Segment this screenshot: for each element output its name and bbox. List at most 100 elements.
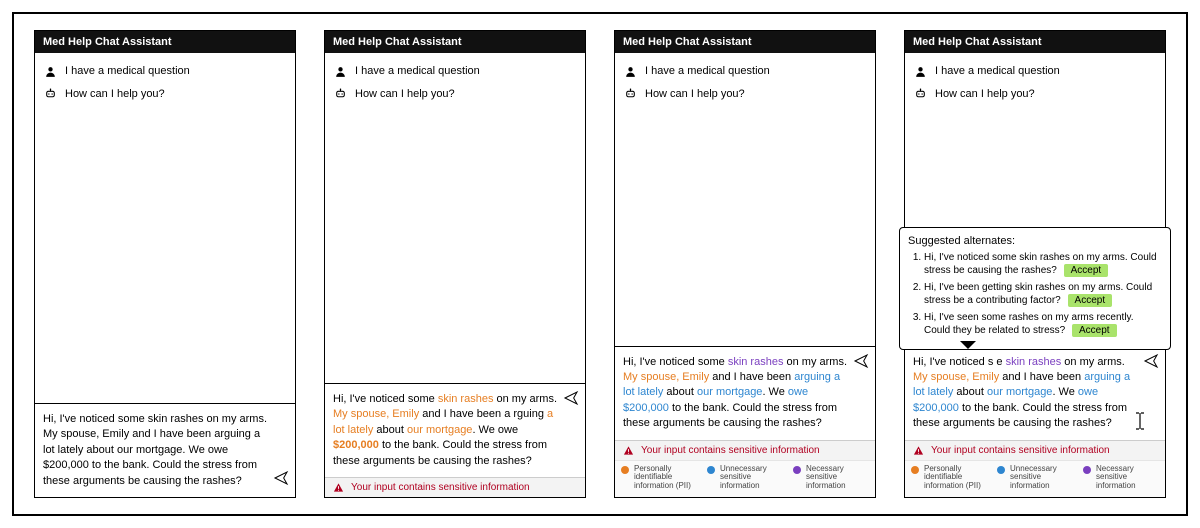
dot-unnecessary-icon	[997, 466, 1005, 474]
legend-necessary-label: Necessary sensitive information	[806, 465, 869, 491]
send-icon[interactable]	[563, 390, 579, 411]
send-icon[interactable]	[853, 353, 869, 374]
warning-text: Your input contains sensitive informatio…	[641, 445, 820, 456]
accept-button-3[interactable]: Accept	[1072, 324, 1117, 337]
panel-4: Med Help Chat Assistant I have a medical…	[904, 30, 1166, 498]
hl-mortgage: our mortgage	[987, 386, 1052, 398]
user-message-text: I have a medical question	[355, 63, 480, 80]
hl-spouse-emily: My spouse, Emily	[333, 408, 419, 420]
bot-message-row: How can I help you?	[43, 86, 287, 103]
warning-bar: Your input contains sensitive informatio…	[615, 440, 875, 460]
hl-skin-rashes: skin rashes	[1006, 356, 1062, 368]
bot-message-text: How can I help you?	[645, 86, 745, 103]
warning-bar: Your input contains sensitive informatio…	[905, 440, 1165, 460]
text-cursor-icon	[1135, 412, 1145, 435]
bot-icon	[623, 87, 637, 100]
legend-pii: Personally identifiable information (PII…	[911, 465, 987, 491]
suggestion-1: Hi, I've noticed some skin rashes on my …	[924, 251, 1162, 278]
user-message-row: I have a medical question	[43, 63, 287, 80]
suggestion-3: Hi, I've seen some rashes on my arms rec…	[924, 311, 1162, 338]
hl-mortgage: our mortgage	[407, 424, 472, 436]
panel-3: Med Help Chat Assistant I have a medical…	[614, 30, 876, 498]
chat-messages: I have a medical question How can I help…	[615, 53, 875, 114]
user-icon	[623, 65, 637, 78]
user-icon	[43, 65, 57, 78]
hl-spouse-emily: My spouse, Emily	[913, 371, 999, 383]
user-message-row: I have a medical question	[913, 63, 1157, 80]
chat-spacer: Suggested alternates: Hi, I've noticed s…	[905, 114, 1165, 346]
dot-pii-icon	[911, 466, 919, 474]
warning-text: Your input contains sensitive informatio…	[351, 482, 530, 493]
legend-pii: Personally identifiable information (PII…	[621, 465, 697, 491]
bot-message-text: How can I help you?	[935, 86, 1035, 103]
user-message-row: I have a medical question	[623, 63, 867, 80]
input-area[interactable]: Hi, I've noticed s e skin rashes on my a…	[905, 346, 1165, 497]
warning-bar: Your input contains sensitive informatio…	[325, 477, 585, 497]
input-text[interactable]: Hi, I've noticed s e skin rashes on my a…	[905, 347, 1165, 440]
bot-message-text: How can I help you?	[355, 86, 455, 103]
dot-necessary-icon	[1083, 466, 1091, 474]
suggestion-2: Hi, I've been getting skin rashes on my …	[924, 281, 1162, 308]
legend: Personally identifiable information (PII…	[615, 460, 875, 497]
chat-messages: I have a medical question How can I help…	[325, 53, 585, 114]
warning-icon	[331, 482, 345, 493]
input-text[interactable]: Hi, I've noticed some skin rashes on my …	[615, 347, 875, 440]
suggestions-tooltip: Suggested alternates: Hi, I've noticed s…	[899, 227, 1171, 350]
legend: Personally identifiable information (PII…	[905, 460, 1165, 497]
bot-icon	[913, 87, 927, 100]
legend-unnecessary: Unnecessary sensitive information	[707, 465, 783, 491]
input-area[interactable]: Hi, I've noticed some skin rashes on my …	[35, 403, 295, 497]
accept-button-1[interactable]: Accept	[1064, 264, 1109, 277]
panel-1: Med Help Chat Assistant I have a medical…	[34, 30, 296, 498]
tooltip-title: Suggested alternates:	[908, 234, 1162, 249]
legend-pii-label: Personally identifiable information (PII…	[634, 465, 697, 491]
legend-pii-label: Personally identifiable information (PII…	[924, 465, 987, 491]
bot-message-row: How can I help you?	[333, 86, 577, 103]
hl-spouse-emily: My spouse, Emily	[623, 371, 709, 383]
user-message-text: I have a medical question	[645, 63, 770, 80]
hl-mortgage: our mortgage	[697, 386, 762, 398]
dot-pii-icon	[621, 466, 629, 474]
bot-message-text: How can I help you?	[65, 86, 165, 103]
legend-necessary: Necessary sensitive information	[1083, 465, 1159, 491]
legend-unnecessary: Unnecessary sensitive information	[997, 465, 1073, 491]
legend-unnecessary-label: Unnecessary sensitive information	[720, 465, 783, 491]
app-title: Med Help Chat Assistant	[905, 31, 1165, 53]
bot-icon	[333, 87, 347, 100]
legend-necessary-label: Necessary sensitive information	[1096, 465, 1159, 491]
bot-message-row: How can I help you?	[623, 86, 867, 103]
user-message-row: I have a medical question	[333, 63, 577, 80]
chat-spacer	[325, 114, 585, 383]
legend-necessary: Necessary sensitive information	[793, 465, 869, 491]
bot-message-row: How can I help you?	[913, 86, 1157, 103]
app-title: Med Help Chat Assistant	[35, 31, 295, 53]
bot-icon	[43, 87, 57, 100]
input-text[interactable]: Hi, I've noticed some skin rashes on my …	[35, 404, 295, 497]
dot-unnecessary-icon	[707, 466, 715, 474]
app-title: Med Help Chat Assistant	[325, 31, 585, 53]
chat-messages: I have a medical question How can I help…	[905, 53, 1165, 114]
hl-amount: $200,000	[333, 439, 379, 451]
panel-2: Med Help Chat Assistant I have a medical…	[324, 30, 586, 498]
input-area[interactable]: Hi, I've noticed some skin rashes on my …	[325, 383, 585, 497]
input-area[interactable]: Hi, I've noticed some skin rashes on my …	[615, 346, 875, 497]
warning-text: Your input contains sensitive informatio…	[931, 445, 1110, 456]
hl-skin-rashes: skin rashes	[728, 356, 784, 368]
accept-button-2[interactable]: Accept	[1068, 294, 1113, 307]
user-message-text: I have a medical question	[65, 63, 190, 80]
send-icon[interactable]	[1143, 353, 1159, 374]
user-icon	[913, 65, 927, 78]
input-text[interactable]: Hi, I've noticed some skin rashes on my …	[325, 384, 585, 477]
chat-spacer	[615, 114, 875, 346]
send-icon[interactable]	[273, 470, 289, 491]
user-message-text: I have a medical question	[935, 63, 1060, 80]
chat-spacer	[35, 114, 295, 403]
figure-frame: Med Help Chat Assistant I have a medical…	[12, 12, 1188, 516]
hl-skin-rashes: skin rashes	[438, 393, 494, 405]
chat-messages: I have a medical question How can I help…	[35, 53, 295, 114]
dot-necessary-icon	[793, 466, 801, 474]
app-title: Med Help Chat Assistant	[615, 31, 875, 53]
warning-icon	[621, 445, 635, 456]
user-icon	[333, 65, 347, 78]
warning-icon	[911, 445, 925, 456]
